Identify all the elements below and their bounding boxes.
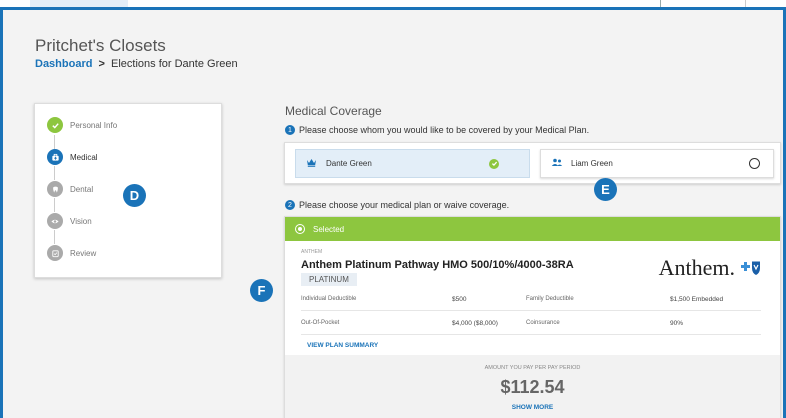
step-label: Vision bbox=[70, 216, 92, 226]
radio-selected-icon bbox=[295, 224, 305, 234]
member-name: Dante Green bbox=[326, 159, 372, 168]
question-text: Please choose your medical plan or waive… bbox=[299, 200, 510, 210]
plan-detail-row: Individual Deductible $500 Family Deduct… bbox=[301, 289, 761, 311]
show-more-button[interactable]: SHOW MORE bbox=[285, 404, 780, 411]
question-number: 2 bbox=[285, 200, 295, 210]
member-card-liam[interactable]: Liam Green bbox=[540, 149, 774, 178]
breadcrumb: Dashboard > Elections for Dante Green bbox=[35, 58, 238, 70]
detail-label: Individual Deductible bbox=[301, 296, 357, 302]
view-plan-summary-link[interactable]: VIEW PLAN SUMMARY bbox=[307, 342, 378, 349]
step-dental[interactable]: Dental bbox=[47, 181, 93, 197]
eye-icon bbox=[47, 213, 63, 229]
plan-detail-row: Out-Of-Pocket $4,000 ($8,000) Coinsuranc… bbox=[301, 313, 761, 335]
step-connector bbox=[54, 230, 55, 244]
check-circle-icon bbox=[489, 158, 499, 169]
check-icon bbox=[47, 117, 63, 133]
member-name: Liam Green bbox=[571, 159, 613, 168]
plan-name: Anthem Platinum Pathway HMO 500/10%/4000… bbox=[301, 259, 574, 271]
breadcrumb-dashboard-link[interactable]: Dashboard bbox=[35, 58, 92, 70]
pay-period-section: AMOUNT YOU PAY PER PAY PERIOD $112.54 SH… bbox=[285, 355, 780, 418]
medical-bag-icon bbox=[47, 149, 63, 165]
step-vision[interactable]: Vision bbox=[47, 213, 92, 229]
radio-unselected[interactable] bbox=[749, 158, 760, 169]
pay-amount: $112.54 bbox=[500, 377, 565, 397]
step-label: Dental bbox=[70, 184, 94, 194]
section-title: Medical Coverage bbox=[285, 104, 382, 118]
step-personal-info[interactable]: Personal Info bbox=[47, 117, 117, 133]
plan-tier-badge: PLATINUM bbox=[301, 273, 357, 286]
plan-carrier: ANTHEM bbox=[301, 249, 323, 255]
question-number: 1 bbox=[285, 125, 295, 135]
company-title: Pritchet's Closets bbox=[35, 36, 166, 55]
tooth-icon bbox=[47, 181, 63, 197]
pay-label: AMOUNT YOU PAY PER PAY PERIOD bbox=[484, 365, 581, 371]
step-medical[interactable]: Medical bbox=[47, 149, 98, 165]
detail-label: Out-Of-Pocket bbox=[301, 320, 340, 326]
crown-icon bbox=[306, 158, 320, 170]
blue-cross-shield-icon bbox=[738, 260, 762, 276]
breadcrumb-current: Elections for Dante Green bbox=[111, 58, 238, 70]
detail-value: $4,000 ($8,000) bbox=[452, 320, 498, 327]
question-1: 1 Please choose whom you would like to b… bbox=[285, 125, 589, 135]
anthem-logo: Anthem. bbox=[659, 255, 762, 281]
member-selector: Dante Green Liam Green bbox=[284, 142, 781, 184]
step-label: Medical bbox=[70, 152, 98, 162]
step-connector bbox=[54, 135, 55, 149]
step-connector bbox=[54, 166, 55, 180]
detail-label: Family Deductible bbox=[526, 296, 574, 302]
callout-badge-d: D bbox=[123, 184, 146, 207]
detail-value: $500 bbox=[452, 296, 467, 303]
detail-value: 90% bbox=[670, 320, 684, 327]
detail-value: $1,500 Embedded bbox=[670, 296, 724, 303]
step-review[interactable]: Review bbox=[47, 245, 96, 261]
plan-selected-header[interactable]: Selected bbox=[285, 217, 780, 241]
logo-text: Anthem. bbox=[658, 255, 735, 280]
plan-card[interactable]: Selected ANTHEM Anthem Platinum Pathway … bbox=[284, 216, 781, 418]
step-connector bbox=[54, 198, 55, 212]
people-icon bbox=[551, 158, 565, 170]
question-text: Please choose whom you would like to be … bbox=[299, 125, 590, 135]
callout-badge-e: E bbox=[594, 178, 617, 201]
question-2: 2 Please choose your medical plan or wai… bbox=[285, 200, 509, 210]
plan-status: Selected bbox=[313, 224, 345, 234]
breadcrumb-separator: > bbox=[98, 58, 105, 70]
step-label: Review bbox=[70, 248, 97, 258]
callout-badge-f: F bbox=[250, 279, 273, 302]
detail-label: Coinsurance bbox=[526, 320, 560, 326]
step-label: Personal Info bbox=[70, 120, 118, 130]
review-icon bbox=[47, 245, 63, 261]
member-card-dante[interactable]: Dante Green bbox=[295, 149, 530, 178]
